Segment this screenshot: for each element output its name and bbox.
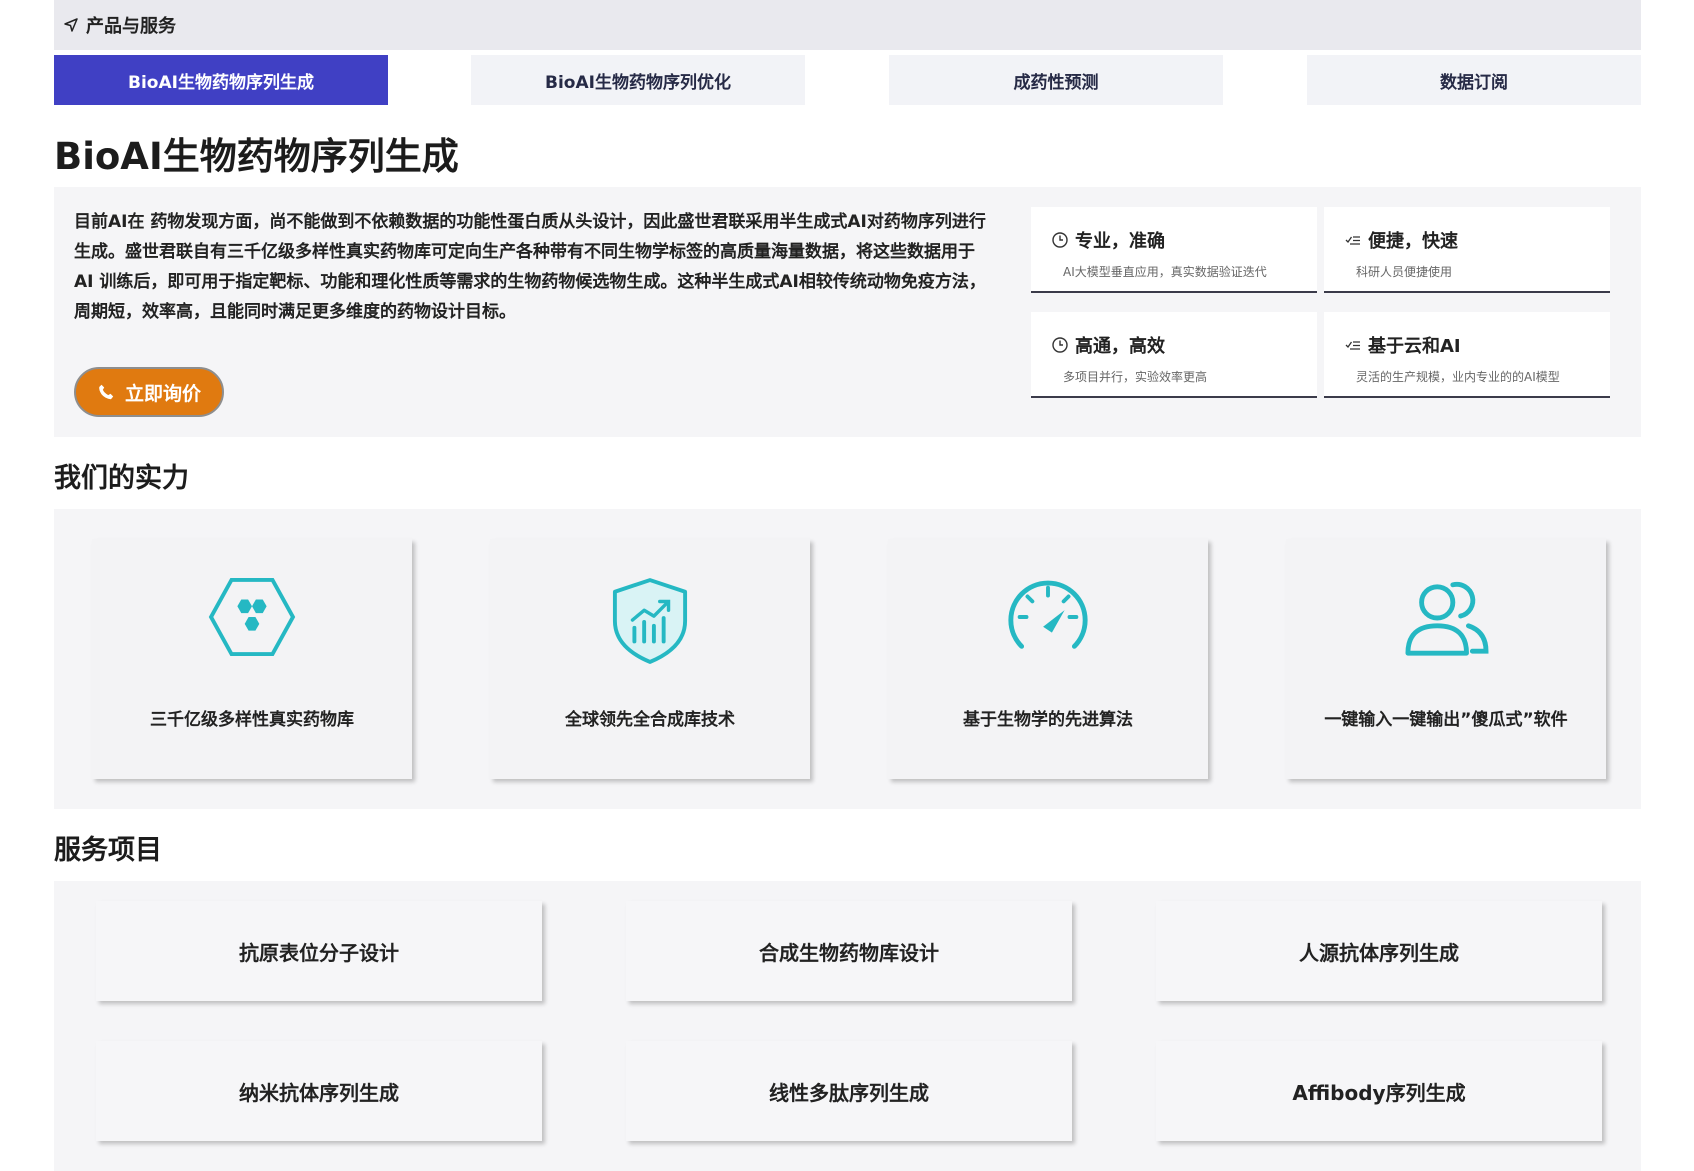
feature-card: 高通，高效 多项目并行，实验效率更高 xyxy=(1031,312,1317,398)
feature-title: 基于云和AI xyxy=(1368,336,1461,357)
strength-card: 基于生物学的先进算法 xyxy=(888,539,1208,779)
feature-title: 专业，准确 xyxy=(1075,231,1165,252)
hexagon-cluster-icon xyxy=(208,577,296,657)
service-item[interactable]: 人源抗体序列生成 xyxy=(1156,901,1602,1001)
service-item[interactable]: Affibody序列生成 xyxy=(1156,1041,1602,1141)
tab-sequence-generation[interactable]: BioAI生物药物序列生成 xyxy=(54,55,388,105)
strength-card: 一键输入一键输出”傻瓜式”软件 xyxy=(1286,539,1606,779)
feature-card: 便捷，快速 科研人员便捷使用 xyxy=(1324,207,1610,293)
shield-chart-icon xyxy=(612,578,688,664)
service-item[interactable]: 线性多肽序列生成 xyxy=(626,1041,1072,1141)
feature-card: 专业，准确 AI大模型垂直应用，真实数据验证迭代 xyxy=(1031,207,1317,293)
strength-panel: 三千亿级多样性真实药物库 全球领先全合成库技术 基于生物学的先进算法 一键输入一… xyxy=(54,509,1641,809)
services-title: 服务项目 xyxy=(54,835,162,866)
clock-icon xyxy=(1052,337,1068,353)
checklist-icon xyxy=(1345,236,1360,245)
feature-subtitle: 灵活的生产规模，业内专业的的AI模型 xyxy=(1356,370,1560,384)
phone-icon xyxy=(99,384,114,400)
inquire-button-label: 立即询价 xyxy=(124,382,201,405)
intro-panel: 目前AI在 药物发现方面，尚不能做到不依赖数据的功能性蛋白质从头设计，因此盛世君… xyxy=(54,187,1641,437)
strength-label: 基于生物学的先进算法 xyxy=(963,710,1133,730)
strength-label: 三千亿级多样性真实药物库 xyxy=(150,710,354,730)
intro-text: 目前AI在 药物发现方面，尚不能做到不依赖数据的功能性蛋白质从头设计，因此盛世君… xyxy=(74,212,986,322)
feature-title: 高通，高效 xyxy=(1075,336,1165,357)
page-title: BioAI生物药物序列生成 xyxy=(54,135,459,178)
strength-label: 全球领先全合成库技术 xyxy=(565,710,735,730)
breadcrumb: 产品与服务 xyxy=(54,0,1641,50)
speedometer-icon xyxy=(1008,580,1088,649)
strength-title: 我们的实力 xyxy=(54,463,189,494)
tab-druggability-prediction[interactable]: 成药性预测 xyxy=(889,55,1223,105)
users-icon xyxy=(1405,581,1489,656)
tab-sequence-optimization[interactable]: BioAI生物药物序列优化 xyxy=(471,55,805,105)
tab-bar: BioAI生物药物序列生成 BioAI生物药物序列优化 成药性预测 数据订阅 xyxy=(54,55,1641,105)
service-item[interactable]: 纳米抗体序列生成 xyxy=(96,1041,542,1141)
feature-card: 基于云和AI 灵活的生产规模，业内专业的的AI模型 xyxy=(1324,312,1610,398)
services-panel: 抗原表位分子设计 合成生物药物库设计 人源抗体序列生成 纳米抗体序列生成 线性多… xyxy=(54,881,1641,1171)
tab-data-subscription[interactable]: 数据订阅 xyxy=(1307,55,1641,105)
feature-subtitle: 科研人员便捷使用 xyxy=(1356,265,1453,279)
inquire-button[interactable]: 立即询价 xyxy=(74,367,224,417)
feature-subtitle: AI大模型垂直应用，真实数据验证迭代 xyxy=(1063,265,1267,279)
clock-icon xyxy=(1052,232,1068,248)
breadcrumb-label: 产品与服务 xyxy=(86,16,176,37)
feature-subtitle: 多项目并行，实验效率更高 xyxy=(1063,370,1208,384)
strength-card: 全球领先全合成库技术 xyxy=(490,539,810,779)
service-item[interactable]: 合成生物药物库设计 xyxy=(626,901,1072,1001)
navigation-arrow-icon xyxy=(64,18,78,32)
checklist-icon xyxy=(1345,341,1360,350)
page: 产品与服务 BioAI生物药物序列生成 BioAI生物药物序列优化 成药性预测 … xyxy=(54,0,1641,1171)
feature-title: 便捷，快速 xyxy=(1368,231,1458,252)
service-item[interactable]: 抗原表位分子设计 xyxy=(96,901,542,1001)
strength-card: 三千亿级多样性真实药物库 xyxy=(92,539,412,779)
strength-label: 一键输入一键输出”傻瓜式”软件 xyxy=(1324,710,1568,730)
